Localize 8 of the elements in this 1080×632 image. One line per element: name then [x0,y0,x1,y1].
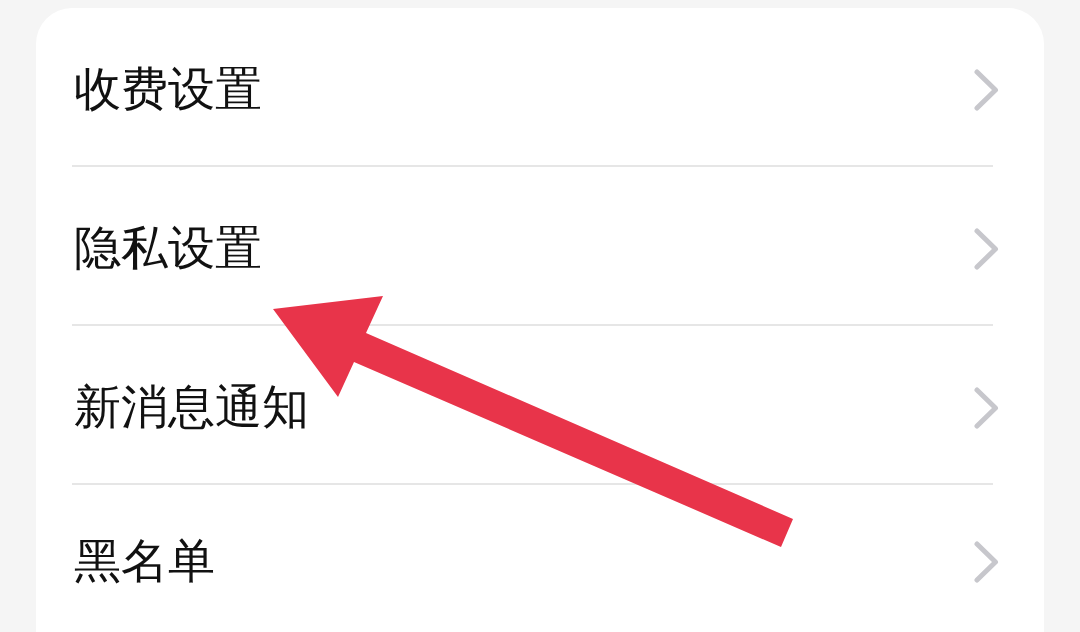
chevron-right-icon [974,68,999,111]
chevron-right-icon [974,386,999,429]
chevron-right-icon [974,540,999,583]
settings-row[interactable]: 隐私设置 [36,167,1044,324]
settings-row[interactable]: 收费设置 [36,8,1044,165]
chevron-right-icon [974,227,999,270]
settings-row[interactable]: 黑名单 [36,485,1044,632]
settings-row[interactable]: 新消息通知 [36,326,1044,483]
